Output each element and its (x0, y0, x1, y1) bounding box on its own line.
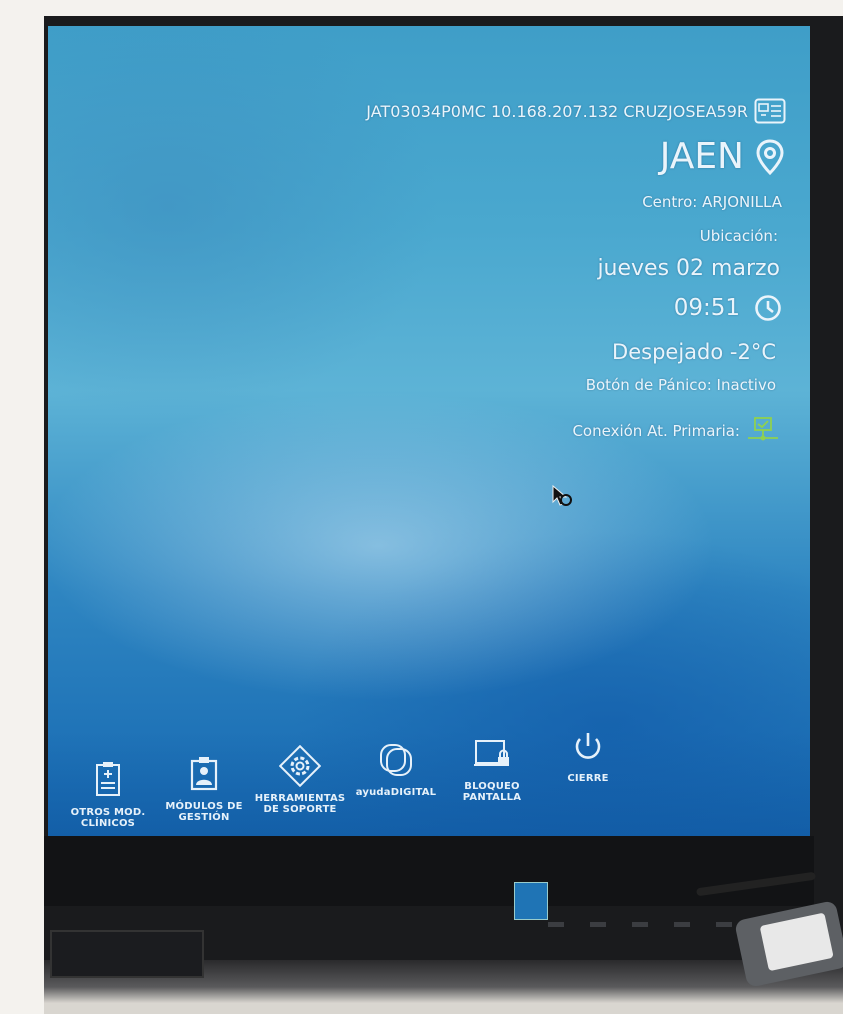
bloqueo-pantalla-button[interactable]: BLOQUEO PANTALLA (446, 733, 538, 803)
cierre-button[interactable]: CIERRE (542, 725, 634, 784)
monitor-button[interactable] (590, 922, 606, 927)
time-row: 09:51 (674, 294, 782, 322)
computer-info-icon[interactable] (754, 98, 786, 124)
otros-modulos-clinicos-button[interactable]: OTROS MOD. CLÍNICOS (62, 759, 154, 829)
mouse-pointer-busy-icon (552, 484, 572, 506)
cierre-label: CIERRE (567, 773, 609, 784)
time-label: 09:51 (673, 295, 740, 321)
panic-button-status: Botón de Pánico: Inactivo (585, 376, 776, 394)
city-row: JAEN (660, 136, 784, 177)
monitor-button[interactable] (548, 922, 564, 927)
adapter-label (759, 912, 834, 972)
weather-label: Despejado -2°C (612, 340, 776, 364)
modulos-gestion-button[interactable]: MÓDULOS DE GESTIÓN (158, 753, 250, 823)
modulos-gestion-label: MÓDULOS DE GESTIÓN (165, 801, 243, 823)
monitor-button[interactable] (716, 922, 732, 927)
location-pin-icon (756, 138, 784, 175)
network-connected-icon (748, 417, 778, 441)
energy-star-logo (514, 882, 548, 920)
ayuda-digital-button[interactable]: ayudaDIGITAL (350, 739, 442, 798)
lock-screen-icon (474, 740, 509, 766)
desktop-screen: JAT03034P0MC 10.168.207.132 CRUZJOSEA59R… (48, 26, 810, 836)
ayuda-digital-label: ayudaDIGITAL (355, 787, 437, 798)
monitor-button[interactable] (674, 922, 690, 927)
otros-modulos-clinicos-label: OTROS MOD. CLÍNICOS (70, 807, 146, 829)
monitor-brand-sticker (50, 930, 204, 978)
herramientas-soporte-label: HERRAMIENTAS DE SOPORTE (254, 793, 346, 815)
bloqueo-pantalla-label: BLOQUEO PANTALLA (462, 781, 522, 803)
monitor-button[interactable] (632, 922, 648, 927)
help-digital-icon (380, 744, 412, 776)
power-icon (575, 733, 601, 759)
machine-id-row: JAT03034P0MC 10.168.207.132 CRUZJOSEA59R (366, 98, 786, 124)
machine-id-text: JAT03034P0MC 10.168.207.132 CRUZJOSEA59R (366, 101, 748, 121)
connection-row: Conexión At. Primaria: (572, 416, 780, 446)
monitor-buttons (548, 922, 732, 927)
herramientas-soporte-button[interactable]: HERRAMIENTAS DE SOPORTE (254, 745, 346, 815)
date-label: jueves 02 marzo (597, 256, 780, 281)
centro-label: Centro: ARJONILLA (642, 193, 782, 211)
city-name: JAEN (659, 136, 744, 177)
bottom-launcher-bar: OTROS MOD. CLÍNICOS MÓDULOS DE GESTIÓN H… (48, 731, 810, 836)
clipboard-icon (96, 762, 120, 796)
id-badge-icon (190, 757, 218, 791)
connection-label: Conexión At. Primaria: (572, 422, 740, 440)
clock-icon (755, 295, 781, 321)
gear-icon (279, 745, 321, 787)
ubicacion-label: Ubicación: (699, 227, 778, 245)
